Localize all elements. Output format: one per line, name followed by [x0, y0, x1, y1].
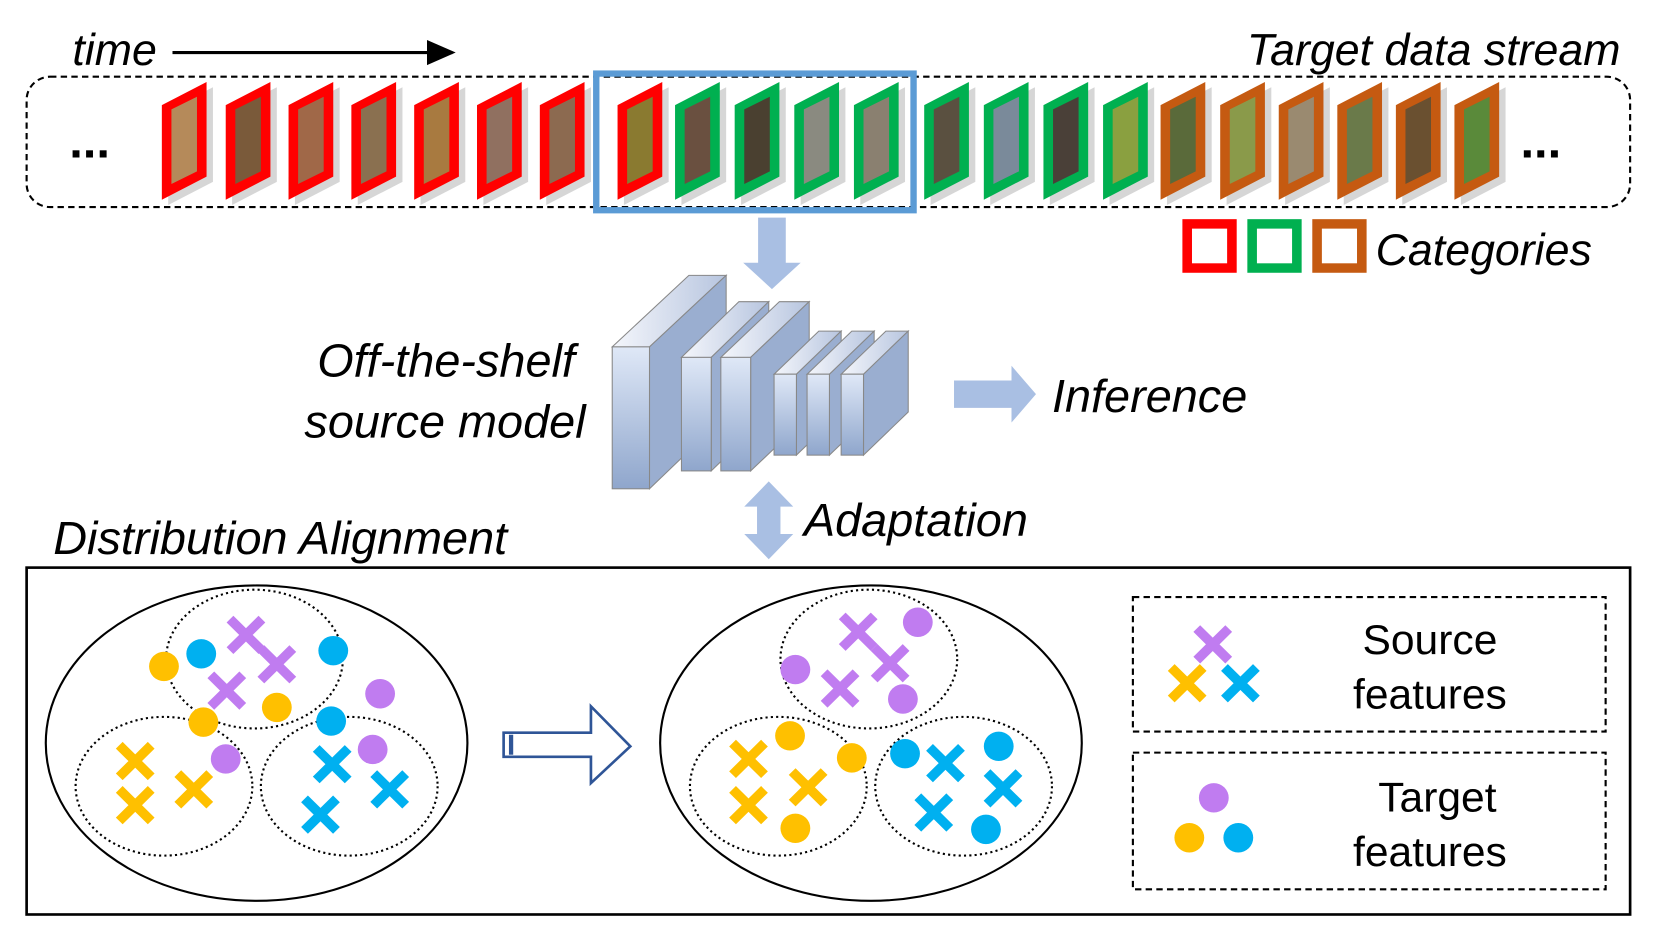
dot-marker [1174, 823, 1205, 853]
dot-marker [780, 654, 811, 685]
stream-frame-orange [1395, 81, 1447, 205]
stream-frame-orange [1454, 81, 1506, 205]
stream-frame-red [351, 81, 403, 205]
cluster-boundary [874, 715, 1054, 857]
outline-right-arrow-icon [502, 703, 633, 787]
dot-marker [780, 813, 811, 844]
cluster-boundary [259, 715, 439, 857]
stream-frame-orange [1278, 81, 1330, 205]
dot-marker [188, 707, 219, 737]
dot-marker [775, 721, 805, 751]
inference-arrow-icon [954, 365, 1036, 423]
dot-marker [316, 706, 347, 736]
dot-marker [983, 731, 1014, 762]
dot-marker [836, 743, 867, 773]
stream-title: Target data stream [1247, 26, 1621, 75]
cluster-boundary [779, 588, 959, 730]
feature-space [659, 584, 1083, 902]
target-features-icon [1174, 783, 1254, 853]
stream-frame-orange [1160, 81, 1212, 205]
category-swatch-green [1247, 219, 1302, 273]
target-legend-line1: Target [1378, 774, 1497, 821]
cross-marker [257, 645, 297, 684]
stream-frame-red [288, 81, 340, 205]
stream-frame-green [983, 81, 1035, 205]
stream-frame-red [161, 81, 213, 205]
dot-marker [1198, 783, 1229, 813]
inference-label: Inference [1052, 370, 1247, 422]
dot-marker [318, 635, 349, 666]
cross-marker [1193, 625, 1233, 664]
cross-marker [788, 768, 828, 807]
cross-marker [1167, 664, 1207, 703]
stream-frame-green [853, 81, 906, 205]
stream-frame-green [924, 81, 976, 205]
stream-frame-red [617, 81, 669, 205]
model-label-line2: source model [304, 396, 587, 448]
down-arrow-icon [743, 217, 801, 290]
category-swatches [1182, 219, 1367, 273]
stream-frames [161, 81, 1506, 205]
stream-frame-red [539, 81, 591, 205]
stream-frame-red [477, 81, 529, 205]
dot-marker [357, 734, 388, 765]
model-label-line1: Off-the-shelf [317, 335, 579, 387]
categories-label: Categories [1376, 226, 1592, 275]
stream-frame-green [675, 81, 727, 205]
feature-space [44, 584, 469, 902]
cross-marker [983, 769, 1023, 808]
stream-frame-orange [1337, 81, 1389, 205]
category-swatch-red [1182, 219, 1237, 273]
source-legend-line1: Source [1363, 616, 1498, 663]
cross-marker [115, 741, 155, 781]
stream-frame-green [794, 81, 846, 205]
cross-marker [870, 644, 910, 683]
dot-marker [210, 744, 241, 774]
cross-marker [115, 786, 155, 825]
cross-marker [312, 745, 352, 784]
cross-marker [174, 770, 214, 809]
ellipsis-right: ... [1520, 115, 1561, 169]
source-legend-line2: features [1353, 671, 1507, 718]
cross-marker [207, 671, 247, 710]
dot-marker [971, 814, 1001, 845]
time-label: time [72, 26, 156, 75]
stream-frame-green [1043, 81, 1095, 205]
ellipsis-left: ... [69, 115, 110, 169]
cross-marker [1221, 664, 1260, 703]
category-swatch-orange [1312, 219, 1367, 273]
dot-marker [1223, 823, 1254, 853]
dot-marker [902, 607, 933, 637]
source-model-icon [610, 274, 910, 491]
cross-marker [301, 795, 340, 834]
dot-marker [261, 692, 292, 723]
dot-marker [149, 651, 179, 682]
alignment-title: Distribution Alignment [53, 512, 509, 564]
dot-marker [890, 738, 920, 769]
source-features-icon [1167, 625, 1260, 703]
cross-marker [729, 739, 768, 779]
stream-frame-red [225, 81, 277, 205]
cross-marker [838, 612, 878, 651]
dot-marker [887, 684, 918, 714]
cross-marker [820, 669, 860, 708]
up-down-arrow-icon [744, 481, 794, 560]
cross-marker [226, 615, 266, 654]
target-legend-line2: features [1353, 828, 1507, 875]
cross-marker [370, 770, 410, 809]
cross-marker [729, 786, 768, 825]
stream-frame-green [734, 81, 786, 205]
dot-marker [186, 639, 217, 669]
cross-marker [914, 793, 954, 832]
cluster-boundary [74, 715, 254, 857]
dot-marker [365, 679, 396, 709]
adaptation-label: Adaptation [801, 494, 1028, 546]
stream-frame-green [1103, 81, 1155, 205]
stream-frame-red [414, 81, 466, 205]
stream-frame-orange [1220, 81, 1272, 205]
cross-marker [926, 744, 965, 783]
tta-diagram: time Target data stream ... ... Categori… [25, 26, 1632, 916]
